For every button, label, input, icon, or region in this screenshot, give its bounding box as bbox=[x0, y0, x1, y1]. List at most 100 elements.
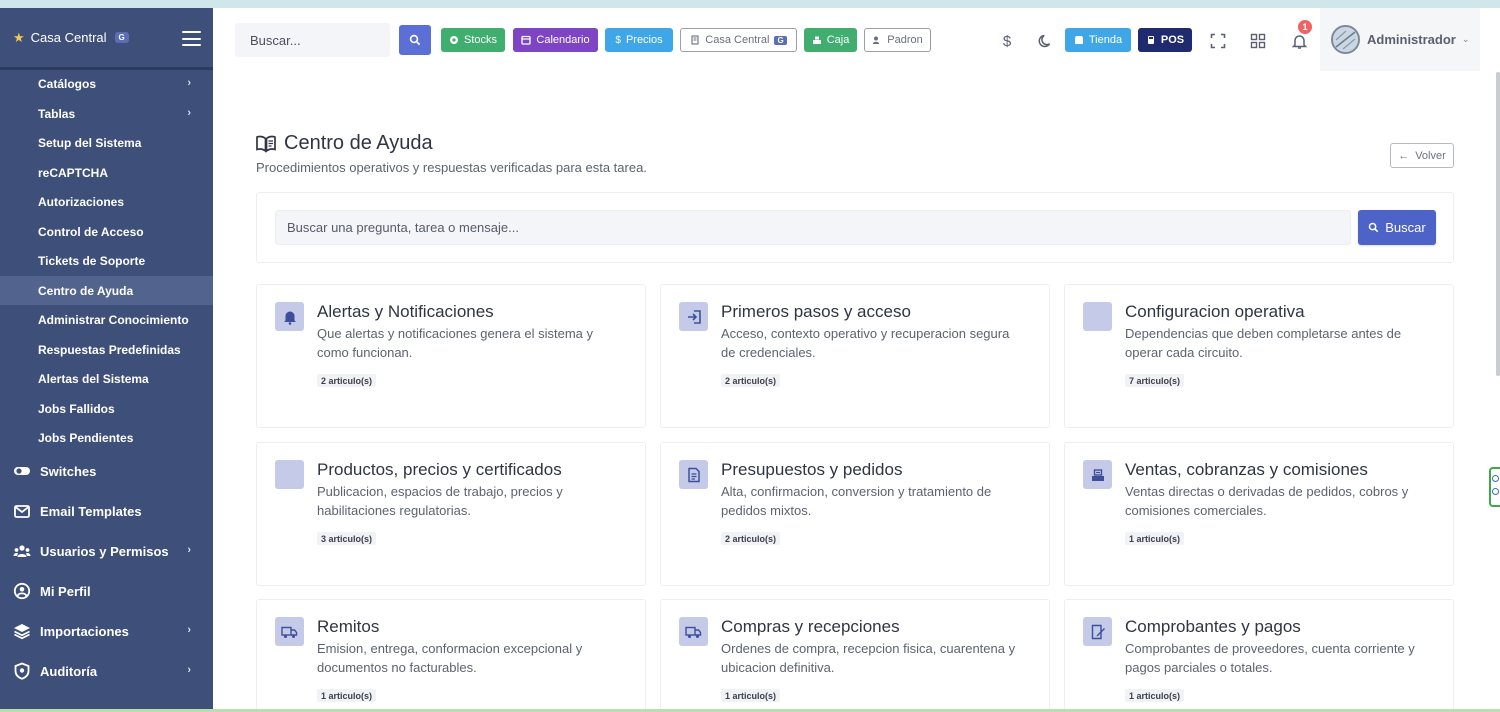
page-header: Centro de Ayuda bbox=[256, 132, 433, 155]
sidebar-item-centro-ayuda[interactable]: Centro de Ayuda bbox=[0, 276, 213, 305]
pos-button[interactable]: POS bbox=[1138, 28, 1192, 52]
help-search-button[interactable]: Buscar bbox=[1358, 210, 1436, 245]
category-card[interactable]: Ventas, cobranzas y comisiones Ventas di… bbox=[1064, 442, 1454, 586]
category-card[interactable]: Presupuestos y pedidos Alta, confirmacio… bbox=[660, 442, 1050, 586]
global-search-button[interactable] bbox=[399, 25, 431, 55]
stocks-button[interactable]: Stocks bbox=[441, 28, 505, 52]
fullscreen-icon[interactable] bbox=[1207, 30, 1229, 52]
category-card[interactable]: Productos, precios y certificados Public… bbox=[256, 442, 646, 586]
sidebar-brand[interactable]: Casa Central bbox=[31, 30, 107, 45]
avatar bbox=[1331, 25, 1360, 54]
sidebar-item-administrar-conocimiento[interactable]: Administrar Conocimiento bbox=[0, 305, 213, 334]
chevron-right-icon: › bbox=[187, 624, 191, 636]
apps-grid-icon[interactable] bbox=[1247, 30, 1269, 52]
scrollbar[interactable] bbox=[1496, 72, 1500, 376]
blank-icon bbox=[1083, 302, 1112, 331]
notification-badge: 1 bbox=[1298, 20, 1312, 34]
currency-icon[interactable]: $ bbox=[996, 30, 1018, 52]
calendario-button[interactable]: Calendario bbox=[513, 28, 598, 52]
sidebar-item-switches[interactable]: Switches bbox=[0, 453, 213, 489]
padron-button[interactable]: Padron bbox=[864, 28, 931, 52]
article-count-badge: 1 articulo(s) bbox=[721, 689, 781, 702]
sidebar-item-auditoria[interactable]: Auditoría › bbox=[0, 653, 213, 689]
stocks-icon bbox=[449, 36, 458, 44]
sidebar-item-importaciones[interactable]: Importaciones › bbox=[0, 613, 213, 649]
sidebar-header: ★ Casa Central G bbox=[0, 8, 213, 70]
back-button[interactable]: ← Volver bbox=[1390, 143, 1454, 168]
moon-icon[interactable] bbox=[1035, 30, 1057, 52]
sidebar-item-setup[interactable]: Setup del Sistema bbox=[0, 128, 213, 157]
sidebar-item-alertas[interactable]: Alertas del Sistema bbox=[0, 364, 213, 393]
category-card[interactable]: Remitos Emision, entrega, conformacion e… bbox=[256, 599, 646, 712]
truck-icon bbox=[679, 617, 708, 646]
article-count-badge: 1 articulo(s) bbox=[317, 689, 377, 702]
chevron-right-icon: › bbox=[187, 544, 191, 556]
book-open-icon bbox=[256, 135, 276, 153]
login-icon bbox=[679, 302, 708, 331]
article-count-badge: 1 articulo(s) bbox=[1125, 689, 1185, 702]
user-add-icon bbox=[873, 36, 880, 44]
sidebar: ★ Casa Central G Catálogos › Tablas › Setu… bbox=[0, 8, 213, 709]
email-icon bbox=[13, 502, 31, 520]
help-search-input[interactable]: Buscar una pregunta, tarea o mensaje... bbox=[275, 210, 1351, 245]
article-count-badge: 2 articulo(s) bbox=[721, 374, 781, 387]
profile-icon bbox=[13, 582, 31, 600]
sidebar-item-tablas[interactable]: Tablas › bbox=[0, 99, 213, 128]
sidebar-item-mi-perfil[interactable]: Mi Perfil bbox=[0, 573, 213, 609]
sidebar-item-jobs-pendientes[interactable]: Jobs Pendientes bbox=[0, 423, 213, 452]
category-card[interactable]: Compras y recepciones Ordenes de compra,… bbox=[660, 599, 1050, 712]
receipt-edit-icon bbox=[1083, 617, 1112, 646]
tienda-button[interactable]: Tienda bbox=[1065, 28, 1131, 52]
casa-central-button[interactable]: Casa Central G bbox=[680, 28, 797, 52]
user-menu[interactable]: Administrador ⌄ bbox=[1320, 8, 1480, 71]
caja-button[interactable]: Caja bbox=[804, 28, 857, 52]
category-card[interactable]: Configuracion operativa Dependencias que… bbox=[1064, 284, 1454, 428]
chevron-right-icon: › bbox=[187, 77, 191, 89]
page-subtitle: Procedimientos operativos y respuestas v… bbox=[256, 160, 647, 175]
sidebar-item-jobs-fallidos[interactable]: Jobs Fallidos bbox=[0, 394, 213, 423]
document-icon bbox=[679, 460, 708, 489]
article-count-badge: 1 articulo(s) bbox=[1125, 532, 1185, 545]
users-icon bbox=[13, 542, 31, 560]
page-title: Centro de Ayuda bbox=[284, 132, 433, 154]
browser-top-strip bbox=[0, 0, 1500, 8]
help-search-card: Buscar una pregunta, tarea o mensaje... … bbox=[256, 192, 1454, 263]
category-card[interactable]: Primeros pasos y acceso Acceso, contexto… bbox=[660, 284, 1050, 428]
brand-badge: G bbox=[114, 32, 129, 43]
pos-terminal-icon bbox=[1147, 36, 1154, 44]
truck-icon bbox=[275, 617, 304, 646]
cash-register-icon bbox=[812, 36, 821, 44]
shield-icon bbox=[13, 662, 31, 680]
precios-button[interactable]: $ Precios bbox=[605, 28, 673, 52]
toggle-icon bbox=[13, 462, 31, 480]
building-icon bbox=[691, 35, 699, 45]
chevron-right-icon: › bbox=[187, 664, 191, 676]
article-count-badge: 3 articulo(s) bbox=[317, 532, 377, 545]
category-card[interactable]: Alertas y Notificaciones Que alertas y n… bbox=[256, 284, 646, 428]
star-icon: ★ bbox=[13, 29, 25, 45]
sidebar-item-usuarios-permisos[interactable]: Usuarios y Permisos › bbox=[0, 533, 213, 569]
article-count-badge: 2 articulo(s) bbox=[721, 532, 781, 545]
search-icon bbox=[1368, 222, 1379, 233]
sidebar-item-email-templates[interactable]: Email Templates bbox=[0, 493, 213, 529]
search-icon bbox=[409, 34, 421, 46]
category-card[interactable]: Comprobantes y pagos Comprobantes de pro… bbox=[1064, 599, 1454, 712]
sidebar-item-catalogos[interactable]: Catálogos › bbox=[0, 69, 213, 98]
floating-widget-icon[interactable] bbox=[1489, 467, 1500, 507]
sidebar-item-respuestas[interactable]: Respuestas Predefinidas bbox=[0, 335, 213, 364]
chevron-right-icon: › bbox=[187, 107, 191, 119]
topbar: Buscar... Stocks Calendario $ Precios Ca… bbox=[213, 8, 1500, 71]
sidebar-item-control-acceso[interactable]: Control de Acceso bbox=[0, 217, 213, 246]
sidebar-item-autorizaciones[interactable]: Autorizaciones bbox=[0, 187, 213, 216]
article-count-badge: 2 articulo(s) bbox=[317, 374, 377, 387]
layers-icon bbox=[13, 622, 31, 640]
sidebar-item-tickets[interactable]: Tickets de Soporte bbox=[0, 246, 213, 275]
sidebar-item-recaptcha[interactable]: reCAPTCHA bbox=[0, 158, 213, 187]
register-icon bbox=[1083, 460, 1112, 489]
global-search-input[interactable]: Buscar... bbox=[235, 23, 390, 57]
article-count-badge: 7 articulo(s) bbox=[1125, 374, 1185, 387]
chevron-down-icon: ⌄ bbox=[1461, 34, 1470, 44]
calendar-icon bbox=[521, 35, 532, 45]
hamburger-menu-icon[interactable] bbox=[182, 31, 201, 46]
blank-icon bbox=[275, 460, 304, 489]
